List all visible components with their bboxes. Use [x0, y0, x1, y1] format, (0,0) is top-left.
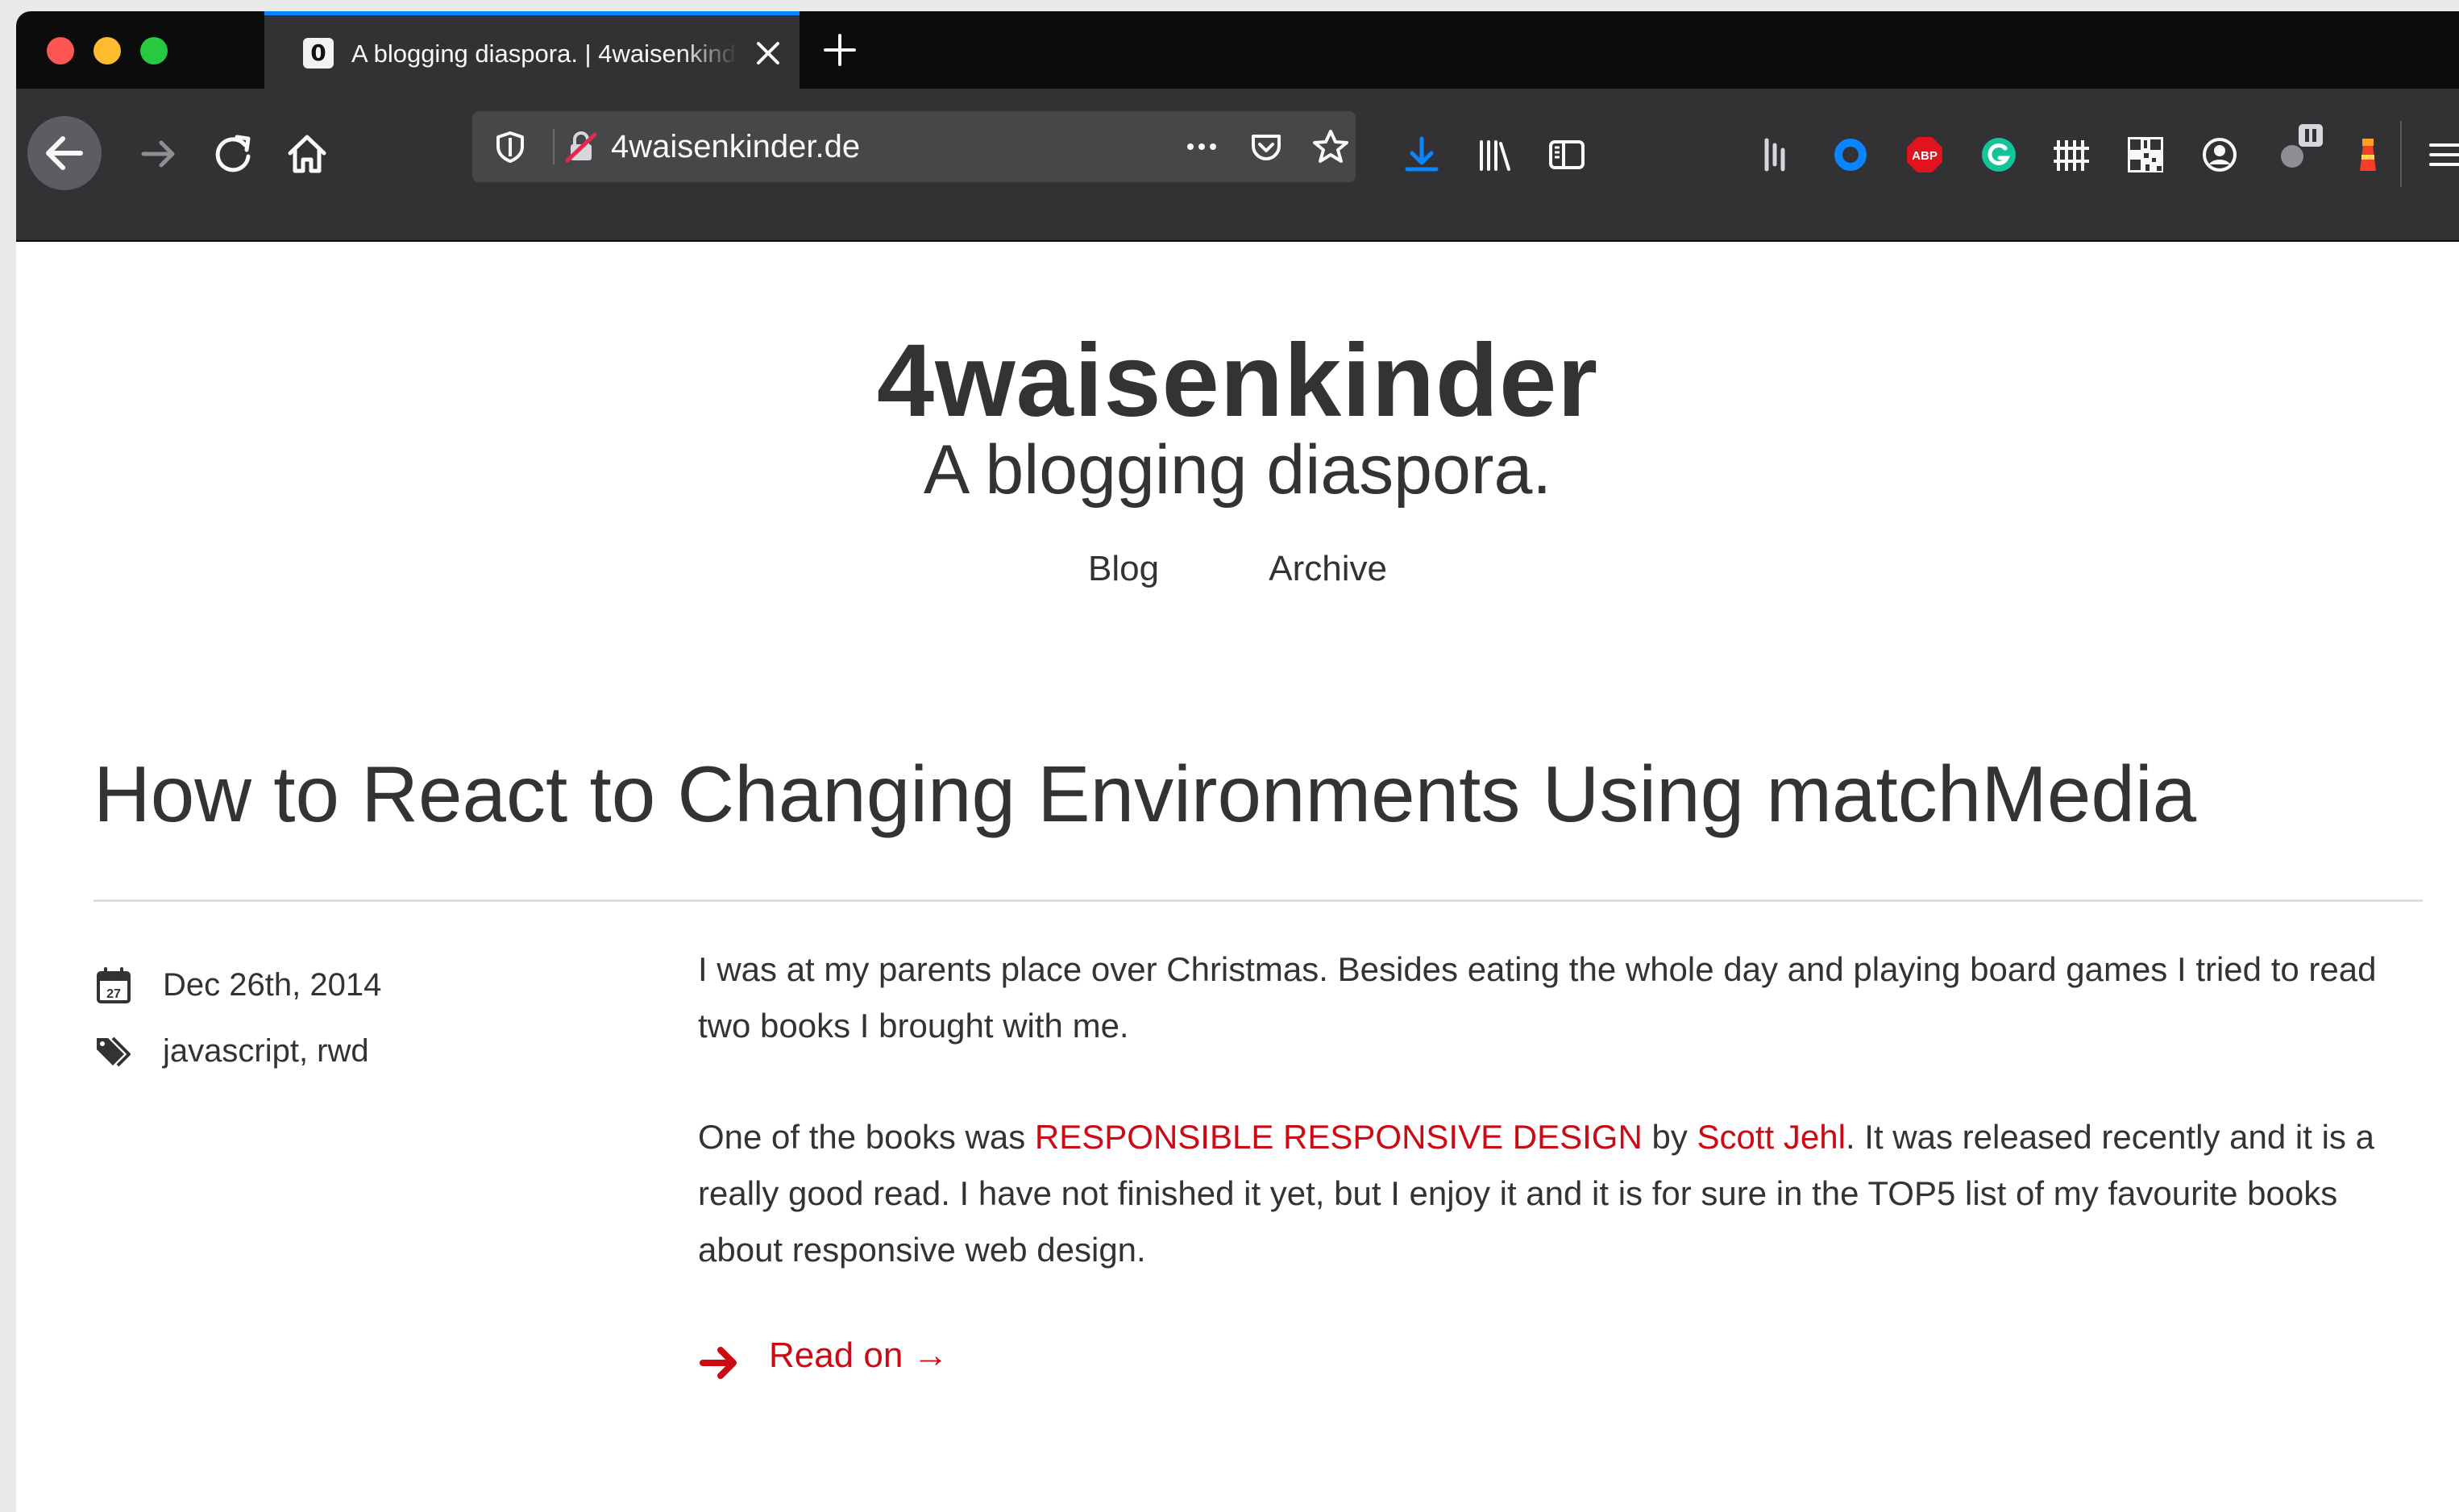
post-tags-text[interactable]: javascript, rwd [163, 1027, 369, 1075]
url-bar[interactable]: 4waisenkinder.de [472, 111, 1356, 182]
reload-icon[interactable] [206, 127, 260, 181]
toolbar-separator [2400, 121, 2402, 187]
url-text[interactable]: 4waisenkinder.de [611, 111, 860, 182]
excerpt-paragraph-1: I was at my parents place over Christmas… [698, 950, 2377, 1045]
svg-text:27: 27 [106, 987, 121, 1001]
tab-title: A blogging diaspora. | 4waisenkinder [351, 39, 738, 68]
post-excerpt: I was at my parents place over Christmas… [698, 941, 2431, 1333]
tracking-shield-icon[interactable] [490, 127, 530, 167]
book-link[interactable]: RESPONSIBLE RESPONSIVE DESIGN [1035, 1118, 1643, 1156]
fence-icon[interactable] [2050, 134, 2092, 176]
grammarly-icon[interactable] [1978, 134, 2020, 176]
author-link[interactable]: Scott Jehl [1697, 1118, 1846, 1156]
excerpt-paragraph-2: One of the books was RESPONSIBLE RESPONS… [698, 1109, 2431, 1278]
post-date-text: Dec 26th, 2014 [163, 967, 382, 1003]
read-on-text[interactable]: Read on → [769, 1323, 949, 1388]
window-close-button[interactable] [47, 37, 74, 64]
new-tab-icon[interactable] [819, 29, 861, 71]
forward-arrow-icon[interactable] [132, 127, 185, 181]
back-button[interactable] [27, 116, 102, 190]
arrow-right-icon [700, 1347, 737, 1379]
adblock-plus-icon[interactable]: ABP [1904, 134, 1946, 176]
lighthouse-icon[interactable] [2347, 134, 2389, 176]
close-tab-icon[interactable] [748, 33, 788, 73]
pocket-icon[interactable] [1246, 127, 1286, 167]
post-title[interactable]: How to React to Changing Environments Us… [93, 741, 2196, 846]
qr-code-icon[interactable] [2125, 134, 2166, 176]
cookie-blue-icon[interactable] [1830, 134, 1871, 176]
tags-icon [97, 1036, 131, 1067]
paragraph-text: by [1642, 1118, 1697, 1156]
paragraph-text: One of the books was [698, 1118, 1035, 1156]
adblock-label: ABP [1912, 149, 1938, 163]
calendar-icon: 27 [97, 967, 131, 1003]
site-title[interactable]: 4waisenkinder [16, 321, 2459, 442]
nav-link-blog[interactable]: Blog [1088, 549, 1159, 588]
hamburger-menu-icon[interactable] [2426, 134, 2459, 176]
extension-badge-icon[interactable] [2273, 121, 2328, 176]
site-favicon-icon: 0 [303, 38, 334, 69]
download-icon[interactable] [1401, 134, 1443, 176]
window-minimize-button[interactable] [93, 37, 121, 64]
home-icon[interactable] [280, 127, 334, 181]
tab-strip: 0 A blogging diaspora. | 4waisenkinder [16, 11, 2459, 89]
web-page: 4waisenkinder A blogging diaspora. Blog … [16, 243, 2459, 1512]
site-subtitle: A blogging diaspora. [923, 431, 1552, 509]
window-maximize-button[interactable] [140, 37, 168, 64]
divider [93, 899, 2423, 902]
browser-window: 0 A blogging diaspora. | 4waisenkinder 4… [16, 11, 2459, 1512]
page-actions-icon[interactable] [1182, 127, 1222, 167]
nav-link-archive[interactable]: Archive [1269, 549, 1387, 588]
tab-active[interactable]: 0 A blogging diaspora. | 4waisenkinder [264, 11, 800, 89]
insecure-lock-icon[interactable] [561, 127, 601, 167]
url-separator [553, 129, 555, 164]
sidebar-icon[interactable] [1546, 134, 1588, 176]
user-icon[interactable] [2199, 134, 2241, 176]
arrow-left-icon [46, 136, 83, 170]
library-icon[interactable] [1473, 134, 1515, 176]
bookmark-star-icon[interactable] [1310, 127, 1351, 167]
site-nav: Blog Archive [16, 545, 2459, 593]
navigation-toolbar: 4waisenkinder.de ABP [16, 89, 2459, 242]
buffer-icon[interactable] [1755, 134, 1797, 176]
